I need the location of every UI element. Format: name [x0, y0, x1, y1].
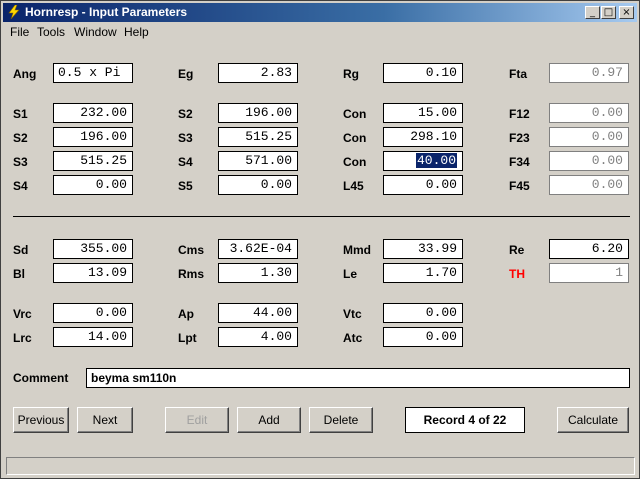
- vrc-label: Vrc: [13, 307, 32, 321]
- re-label: Re: [509, 243, 525, 257]
- cms-field[interactable]: 3.62E-04: [218, 239, 298, 259]
- bl-label: Bl: [13, 267, 25, 281]
- lrc-label: Lrc: [13, 331, 32, 345]
- th-field: 1: [549, 263, 629, 283]
- menu-help[interactable]: Help: [124, 25, 149, 39]
- eg-field[interactable]: 2.83: [218, 63, 298, 83]
- s4-col2-label: S4: [178, 155, 193, 169]
- close-icon: ×: [622, 7, 631, 18]
- s2-col2-label: S2: [178, 107, 193, 121]
- atc-label: Atc: [343, 331, 363, 345]
- rms-label: Rms: [178, 267, 205, 281]
- menu-file[interactable]: File: [10, 25, 29, 39]
- f23-label: F23: [509, 131, 530, 145]
- con1-label: Con: [343, 107, 367, 121]
- status-bar: [6, 457, 635, 475]
- vrc-field[interactable]: 0.00: [53, 303, 133, 323]
- s4-label: S4: [13, 179, 28, 193]
- mmd-field[interactable]: 33.99: [383, 239, 463, 259]
- lrc-field[interactable]: 14.00: [53, 327, 133, 347]
- s2-col2-field[interactable]: 196.00: [218, 103, 298, 123]
- eg-label: Eg: [178, 67, 194, 81]
- s3-field[interactable]: 515.25: [53, 151, 133, 171]
- con1-field[interactable]: 15.00: [383, 103, 463, 123]
- title-bar[interactable]: Hornresp - Input Parameters _ □ ×: [3, 3, 637, 22]
- s3-col2-field[interactable]: 515.25: [218, 127, 298, 147]
- comment-label: Comment: [13, 371, 69, 385]
- next-button[interactable]: Next: [77, 407, 133, 433]
- mmd-label: Mmd: [343, 243, 371, 257]
- minimize-icon: _: [590, 7, 595, 18]
- menu-window[interactable]: Window: [74, 25, 117, 39]
- add-button[interactable]: Add: [237, 407, 301, 433]
- hornresp-window: Hornresp - Input Parameters _ □ × File T…: [0, 0, 640, 479]
- edit-button: Edit: [165, 407, 229, 433]
- sd-label: Sd: [13, 243, 29, 257]
- atc-field[interactable]: 0.00: [383, 327, 463, 347]
- f12-field: 0.00: [549, 103, 629, 123]
- le-field[interactable]: 1.70: [383, 263, 463, 283]
- delete-button[interactable]: Delete: [309, 407, 373, 433]
- fta-field: 0.97: [549, 63, 629, 83]
- l45-field[interactable]: 0.00: [383, 175, 463, 195]
- s4-col2-field[interactable]: 571.00: [218, 151, 298, 171]
- comment-field[interactable]: beyma sm110n: [86, 368, 630, 388]
- con2-label: Con: [343, 131, 367, 145]
- fta-label: Fta: [509, 67, 527, 81]
- close-button[interactable]: ×: [619, 6, 634, 19]
- con2-field[interactable]: 298.10: [383, 127, 463, 147]
- f45-field: 0.00: [549, 175, 629, 195]
- con3-selected-text: 40.00: [415, 153, 457, 168]
- s1-label: S1: [13, 107, 28, 121]
- record-indicator: Record 4 of 22: [405, 407, 525, 433]
- s2-field[interactable]: 196.00: [53, 127, 133, 147]
- l45-label: L45: [343, 179, 364, 193]
- rms-field[interactable]: 1.30: [218, 263, 298, 283]
- s3-label: S3: [13, 155, 28, 169]
- th-label: TH: [509, 267, 525, 281]
- sd-field[interactable]: 355.00: [53, 239, 133, 259]
- s3-col2-label: S3: [178, 131, 193, 145]
- con3-field[interactable]: 40.00: [383, 151, 463, 171]
- f34-field: 0.00: [549, 151, 629, 171]
- section-divider: [13, 216, 630, 217]
- calculate-button[interactable]: Calculate: [557, 407, 629, 433]
- con3-label: Con: [343, 155, 367, 169]
- ap-label: Ap: [178, 307, 194, 321]
- lpt-label: Lpt: [178, 331, 197, 345]
- menu-bar: File Tools Window Help: [3, 23, 637, 41]
- f34-label: F34: [509, 155, 530, 169]
- maximize-button[interactable]: □: [601, 6, 616, 19]
- lightning-bolt-icon: [8, 5, 20, 19]
- s4-field[interactable]: 0.00: [53, 175, 133, 195]
- s5-label: S5: [178, 179, 193, 193]
- s2-label: S2: [13, 131, 28, 145]
- minimize-button[interactable]: _: [585, 6, 600, 19]
- s1-field[interactable]: 232.00: [53, 103, 133, 123]
- f45-label: F45: [509, 179, 530, 193]
- f23-field: 0.00: [549, 127, 629, 147]
- le-label: Le: [343, 267, 358, 281]
- re-field[interactable]: 6.20: [549, 239, 629, 259]
- rg-field[interactable]: 0.10: [383, 63, 463, 83]
- previous-button[interactable]: Previous: [13, 407, 69, 433]
- cms-label: Cms: [178, 243, 205, 257]
- rg-label: Rg: [343, 67, 359, 81]
- ang-field[interactable]: 0.5 x Pi: [53, 63, 133, 83]
- window-title: Hornresp - Input Parameters: [25, 5, 188, 19]
- ang-label: Ang: [13, 67, 37, 81]
- vtc-label: Vtc: [343, 307, 362, 321]
- s5-field[interactable]: 0.00: [218, 175, 298, 195]
- ap-field[interactable]: 44.00: [218, 303, 298, 323]
- lpt-field[interactable]: 4.00: [218, 327, 298, 347]
- vtc-field[interactable]: 0.00: [383, 303, 463, 323]
- f12-label: F12: [509, 107, 530, 121]
- maximize-icon: □: [603, 7, 614, 18]
- bl-field[interactable]: 13.09: [53, 263, 133, 283]
- menu-tools[interactable]: Tools: [37, 25, 65, 39]
